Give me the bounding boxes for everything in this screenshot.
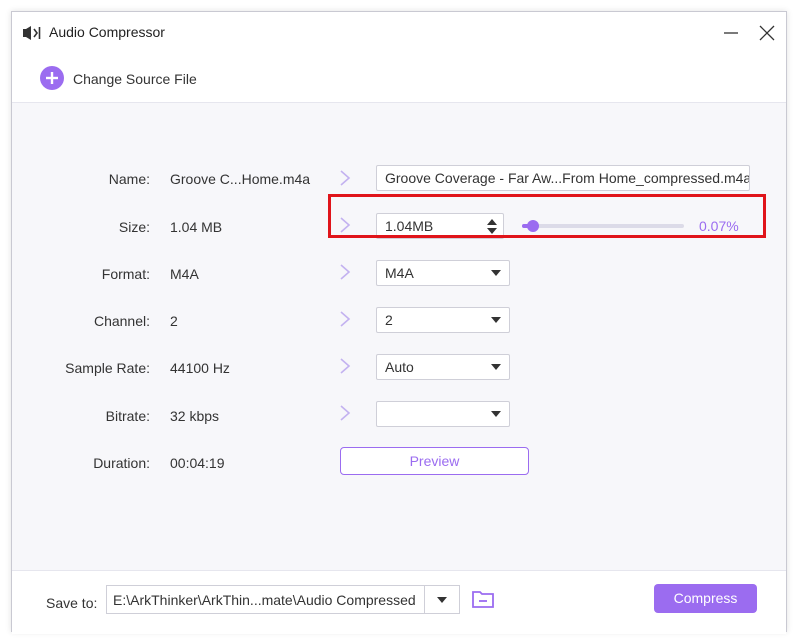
channel-label: Channel:: [93, 313, 150, 329]
plus-circle-icon[interactable]: [40, 66, 64, 90]
size-stepper-value: 1.04MB: [385, 218, 434, 234]
chevron-right-icon: [340, 311, 351, 327]
name-value: Groove C...Home.m4a: [170, 171, 311, 187]
chevron-right-icon: [340, 264, 351, 280]
chevron-right-icon: [340, 405, 351, 421]
stepper-down-icon[interactable]: [487, 228, 497, 234]
name-label: Name:: [108, 171, 150, 187]
chevron-down-icon: [491, 317, 501, 323]
audio-compressor-window: Audio Compressor Change Source File Name…: [11, 11, 787, 634]
source-bar: Change Source File: [12, 54, 786, 103]
bitrate-label: Bitrate:: [105, 408, 150, 424]
chevron-right-icon: [340, 170, 351, 186]
sample-rate-value: 44100 Hz: [170, 360, 230, 376]
format-value: M4A: [170, 266, 199, 282]
channel-select[interactable]: 2: [376, 307, 510, 333]
size-label: Size:: [118, 219, 150, 235]
folder-icon[interactable]: [471, 588, 495, 610]
chevron-down-icon: [491, 364, 501, 370]
minimize-icon[interactable]: [720, 22, 742, 44]
output-name-field[interactable]: Groove Coverage - Far Aw...From Home_com…: [376, 165, 750, 191]
save-path-field[interactable]: E:\ArkThinker\ArkThin...mate\Audio Compr…: [106, 585, 425, 614]
stepper-up-icon[interactable]: [487, 219, 497, 225]
channel-value: 2: [170, 313, 178, 329]
bottom-bar: Save to: E:\ArkThinker\ArkThin...mate\Au…: [12, 570, 786, 634]
window-title: Audio Compressor: [49, 24, 165, 40]
title-bar: Audio Compressor: [12, 12, 786, 54]
channel-selected: 2: [385, 312, 393, 328]
chevron-right-icon: [340, 358, 351, 374]
sample-rate-label: Sample Rate:: [65, 360, 150, 376]
chevron-down-icon: [491, 270, 501, 276]
compress-button[interactable]: Compress: [654, 584, 757, 613]
format-label: Format:: [101, 266, 150, 282]
size-stepper[interactable]: 1.04MB: [376, 213, 504, 239]
settings-panel: Name: Groove C...Home.m4a Groove Coverag…: [12, 103, 786, 570]
sample-rate-selected: Auto: [385, 359, 414, 375]
format-selected: M4A: [385, 265, 414, 281]
bitrate-value: 32 kbps: [170, 408, 220, 424]
bitrate-select[interactable]: [376, 401, 510, 427]
slider-thumb[interactable]: [527, 220, 540, 232]
save-to-label: Save to:: [46, 595, 98, 611]
size-value: 1.04 MB: [170, 219, 223, 235]
chevron-down-icon: [437, 597, 447, 603]
change-source-file-button[interactable]: Change Source File: [73, 71, 197, 87]
duration-label: Duration:: [93, 455, 150, 471]
format-select[interactable]: M4A: [376, 260, 510, 286]
sample-rate-select[interactable]: Auto: [376, 354, 510, 380]
chevron-right-icon: [340, 217, 351, 233]
preview-button[interactable]: Preview: [340, 447, 529, 475]
size-percent: 0.07%: [699, 218, 739, 234]
duration-value: 00:04:19: [170, 455, 225, 471]
save-path-dropdown[interactable]: [424, 585, 460, 614]
close-icon[interactable]: [756, 22, 778, 44]
speaker-compress-icon: [23, 26, 41, 40]
size-slider[interactable]: [522, 220, 684, 232]
chevron-down-icon: [491, 411, 501, 417]
